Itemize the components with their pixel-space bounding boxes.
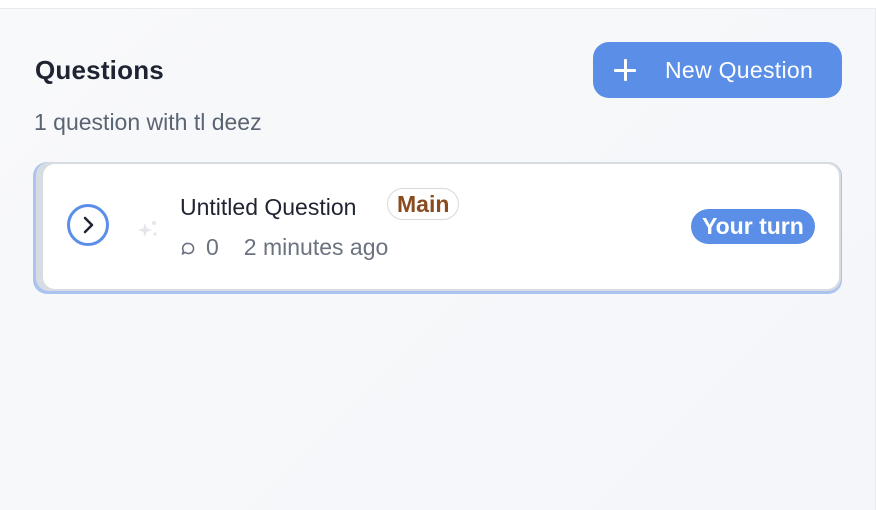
plus-icon: [613, 58, 637, 82]
page-title: Questions: [35, 55, 164, 85]
new-question-button-label: New Question: [665, 56, 814, 83]
question-card[interactable]: Untitled Question Main 0 2 minutes ago Y…: [43, 164, 839, 289]
question-meta: 0 2 minutes ago: [180, 234, 388, 261]
new-question-button[interactable]: New Question: [593, 42, 842, 98]
question-tag-badge: Main: [387, 188, 460, 220]
question-card-border: Untitled Question Main 0 2 minutes ago Y…: [36, 162, 841, 291]
comment-count: 0: [206, 234, 219, 260]
chevron-right-icon: [83, 216, 94, 234]
questions-count-subtitle: 1 question with tl deez: [34, 109, 262, 135]
question-title[interactable]: Untitled Question: [180, 194, 356, 221]
top-bar: [0, 0, 876, 9]
question-timestamp: 2 minutes ago: [243, 234, 389, 260]
comment-bubble-icon: [181, 242, 195, 255]
expand-question-button[interactable]: [67, 204, 109, 246]
status-badge: Your turn: [691, 209, 815, 244]
questions-panel: Questions 1 question with tl deez New Qu…: [0, 9, 876, 510]
question-card-highlight: Untitled Question Main 0 2 minutes ago Y…: [33, 162, 842, 294]
sparkle-icon: [138, 221, 157, 237]
